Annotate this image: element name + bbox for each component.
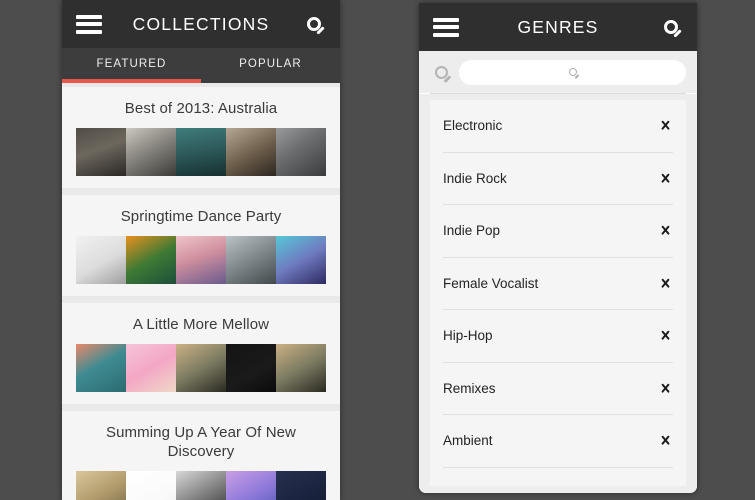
chevron-down-icon[interactable]	[658, 384, 673, 393]
album-art-thumbnail[interactable]	[176, 344, 226, 392]
genre-row[interactable]: Female Vocalist	[430, 258, 686, 310]
album-art-thumbnail[interactable]	[226, 344, 276, 392]
hamburger-bar	[76, 29, 102, 34]
hamburger-bar	[433, 32, 459, 37]
album-art-thumbnail[interactable]	[226, 128, 276, 176]
tab-inactive-indicator	[201, 79, 340, 83]
magnifier-ring	[568, 68, 577, 76]
page-title: GENRES	[517, 16, 599, 37]
album-art-thumbnail[interactable]	[76, 236, 126, 284]
search-icon	[664, 20, 682, 38]
genre-label: Hip-Hop	[443, 328, 493, 344]
search-icon	[568, 68, 580, 79]
genre-label: Ambient	[443, 433, 493, 449]
genre-row-partial[interactable]	[430, 468, 686, 486]
chevron-down-icon[interactable]	[658, 174, 673, 183]
genre-row[interactable]: Indie Pop	[430, 205, 686, 257]
album-art-thumbnail[interactable]	[126, 471, 176, 500]
magnifier-glyph	[434, 65, 451, 83]
genres-list-scroll[interactable]: Electronic Indie Rock Indie Pop Female Voca…	[419, 94, 697, 493]
genre-row[interactable]: Remixes	[430, 363, 686, 415]
album-art-thumbnail[interactable]	[276, 236, 326, 284]
collection-title: Summing Up A Year Of New Discovery	[106, 424, 296, 460]
album-art-strip[interactable]	[76, 471, 326, 500]
genres-panel: Electronic Indie Rock Indie Pop Female Voca…	[430, 100, 686, 486]
collection-card[interactable]: Summing Up A Year Of New Discovery	[62, 411, 340, 500]
tab-popular[interactable]: POPULAR	[201, 48, 340, 79]
tab-active-indicator	[62, 79, 201, 83]
album-art-thumbnail[interactable]	[226, 471, 276, 500]
chevron-down-icon[interactable]	[658, 226, 673, 235]
search-button[interactable]	[302, 12, 326, 36]
hamburger-bar	[433, 17, 459, 22]
album-art-thumbnail[interactable]	[176, 471, 226, 500]
search-icon[interactable]	[430, 65, 452, 83]
hamburger-icon[interactable]	[433, 17, 459, 37]
genre-row[interactable]: Hip-Hop	[430, 310, 686, 362]
search-icon	[307, 17, 325, 35]
search-button[interactable]	[659, 15, 683, 39]
album-art-thumbnail[interactable]	[276, 128, 326, 176]
genre-row[interactable]: Indie Rock	[430, 153, 686, 205]
chevron-down-icon[interactable]	[658, 121, 673, 130]
album-art-thumbnail[interactable]	[76, 344, 126, 392]
collections-phone: COLLECTIONS FEATURED POPULAR Best of 201…	[62, 0, 340, 500]
hamburger-bar	[433, 25, 459, 29]
magnifier-ring	[434, 65, 448, 79]
tab-indicator-wrap	[62, 79, 340, 83]
collection-title: Springtime Dance Party	[120, 208, 282, 225]
hamburger-icon[interactable]	[76, 14, 102, 34]
album-art-thumbnail[interactable]	[176, 128, 226, 176]
genre-label: Female Vocalist	[443, 275, 539, 291]
genre-label: Indie Rock	[443, 170, 507, 186]
hamburger-bar	[76, 22, 102, 26]
chevron-down-icon[interactable]	[658, 279, 673, 288]
hamburger-bar	[76, 14, 102, 19]
album-art-thumbnail[interactable]	[276, 471, 326, 500]
album-art-thumbnail[interactable]	[126, 344, 176, 392]
genres-appbar: GENRES	[419, 3, 697, 51]
genre-label: Indie Pop	[443, 223, 501, 239]
genre-row[interactable]: Electronic	[430, 100, 686, 152]
album-art-thumbnail[interactable]	[276, 344, 326, 392]
album-art-thumbnail[interactable]	[126, 236, 176, 284]
collection-title: A Little More Mellow	[132, 316, 270, 333]
search-input[interactable]	[459, 59, 686, 85]
album-art-strip[interactable]	[76, 236, 326, 284]
collection-title: Best of 2013: Australia	[124, 100, 278, 117]
genre-label: Remixes	[443, 380, 496, 396]
chevron-down-icon[interactable]	[658, 436, 673, 445]
genres-phone: GENRES Electronic Indie Rock Indie Pop Fema…	[419, 3, 697, 493]
collection-card[interactable]: Springtime Dance Party	[62, 195, 340, 296]
album-art-thumbnail[interactable]	[76, 128, 126, 176]
album-art-strip[interactable]	[76, 344, 326, 392]
tab-featured[interactable]: FEATURED	[62, 48, 201, 79]
album-art-strip[interactable]	[76, 128, 326, 176]
genre-label: Electronic	[443, 118, 503, 134]
chevron-down-icon[interactable]	[658, 331, 673, 340]
collection-card[interactable]: Best of 2013: Australia	[62, 87, 340, 188]
search-bar	[419, 51, 697, 93]
collection-card[interactable]: A Little More Mellow	[62, 303, 340, 404]
genre-row[interactable]: Ambient	[430, 415, 686, 467]
page-title: COLLECTIONS	[132, 13, 270, 34]
album-art-thumbnail[interactable]	[176, 236, 226, 284]
tab-bar: FEATURED POPULAR	[62, 48, 340, 79]
album-art-thumbnail[interactable]	[226, 236, 276, 284]
collections-feed[interactable]: Best of 2013: Australia Springtime Dance …	[62, 83, 340, 500]
collections-appbar: COLLECTIONS	[62, 0, 340, 48]
album-art-thumbnail[interactable]	[76, 471, 126, 500]
album-art-thumbnail[interactable]	[126, 128, 176, 176]
